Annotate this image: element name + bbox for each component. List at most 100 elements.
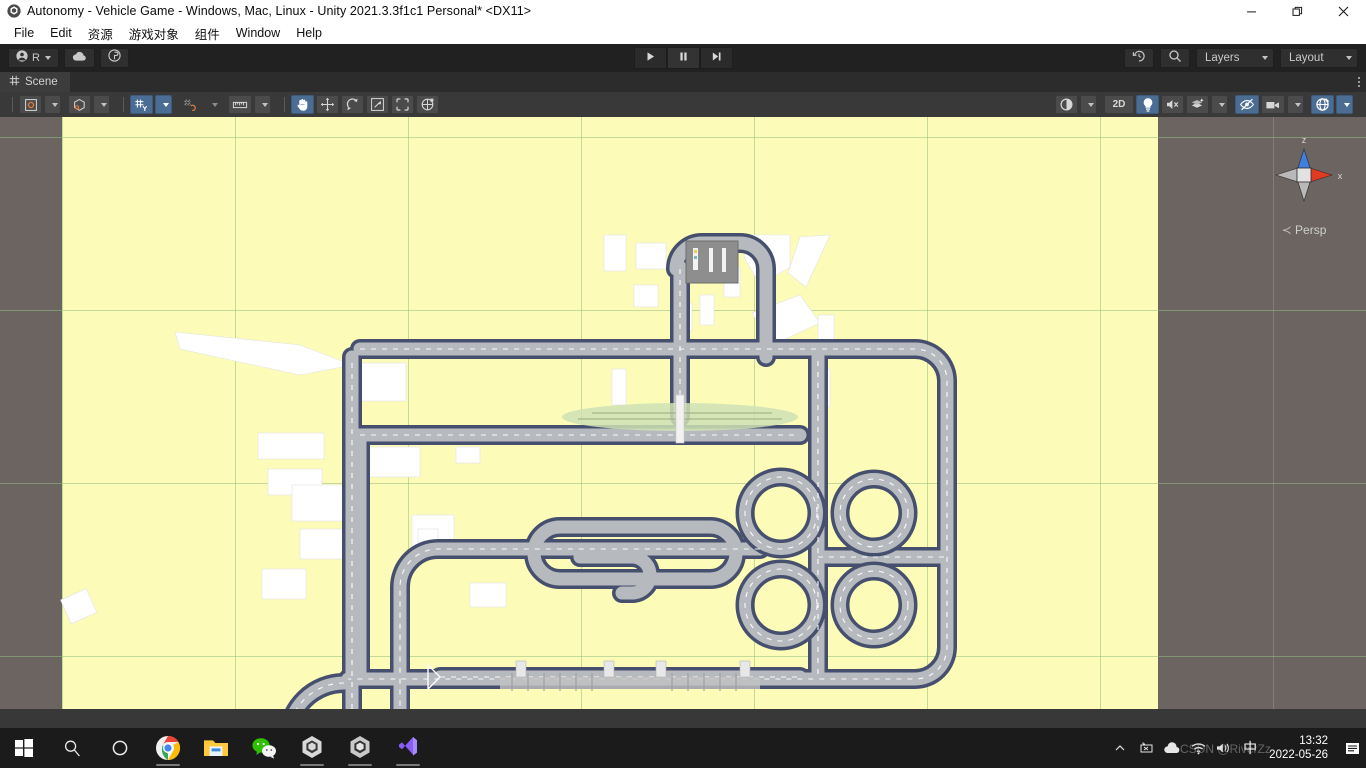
projection-label[interactable]: ≺ Persp (1256, 223, 1352, 237)
ime-indicator[interactable]: 中 (1237, 728, 1263, 768)
system-tray: 中 13:32 2022-05-26 (1107, 728, 1366, 768)
wifi-icon[interactable] (1185, 728, 1211, 768)
axis-z-label: z (1302, 135, 1307, 145)
layers-label: Layers (1205, 52, 1240, 64)
chevron-down-icon (1088, 102, 1094, 107)
rotate-tool-button[interactable] (341, 95, 364, 114)
undo-history-button[interactable] (1124, 48, 1154, 68)
cloud-icon[interactable] (1159, 728, 1185, 768)
scene-viewport[interactable]: z x ≺ Persp (0, 117, 1366, 709)
grid-snapping-button[interactable] (130, 95, 153, 114)
chrome-button[interactable] (144, 728, 192, 768)
gizmos-dropdown[interactable] (1336, 95, 1353, 114)
search-button[interactable] (48, 728, 96, 768)
increment-snap-dropdown[interactable] (204, 95, 221, 114)
chevron-down-icon (1219, 102, 1225, 107)
scene-fx-dropdown[interactable] (1211, 95, 1228, 114)
increment-snap-button[interactable] (179, 95, 202, 114)
vscode-button[interactable] (384, 728, 432, 768)
draw-mode-button[interactable] (1055, 95, 1078, 114)
title-bar: Autonomy - Vehicle Game - Windows, Mac, … (0, 0, 1366, 22)
taskbar-clock[interactable]: 13:32 2022-05-26 (1263, 728, 1338, 768)
rect-tool-button[interactable] (391, 95, 414, 114)
divider (12, 97, 13, 112)
unity-main-toolbar: R Layers Layout (0, 44, 1366, 73)
scene-view-toolbar: 2D (0, 92, 1366, 118)
pivot-rotation-dropdown[interactable] (93, 95, 110, 114)
step-button[interactable] (699, 47, 733, 69)
unity-icon (350, 736, 370, 758)
unity-hub-button[interactable] (288, 728, 336, 768)
scene-view-gizmo[interactable]: z x ≺ Persp (1256, 127, 1352, 237)
battery-icon[interactable] (1133, 728, 1159, 768)
file-explorer-button[interactable] (192, 728, 240, 768)
play-button[interactable] (633, 47, 667, 69)
scene-camera-dropdown[interactable] (1287, 95, 1304, 114)
restore-button[interactable] (1274, 0, 1320, 22)
start-button[interactable] (0, 728, 48, 768)
cortana-button[interactable] (96, 728, 144, 768)
close-button[interactable] (1320, 0, 1366, 22)
unity-hub-icon (302, 736, 322, 758)
menu-help[interactable]: Help (288, 24, 330, 42)
layout-dropdown[interactable]: Layout (1280, 48, 1358, 68)
menu-edit[interactable]: Edit (42, 24, 80, 42)
axis-x-label: x (1338, 171, 1343, 181)
window-title: Autonomy - Vehicle Game - Windows, Mac, … (27, 4, 532, 18)
2d-label: 2D (1112, 99, 1126, 110)
pivot-mode-button[interactable] (19, 95, 42, 114)
chevron-up-icon[interactable] (1107, 728, 1133, 768)
tab-scene-label: Scene (25, 76, 58, 88)
scene-lighting-button[interactable] (1136, 95, 1159, 114)
tab-scene[interactable]: Scene (0, 72, 70, 92)
speaker-icon[interactable] (1211, 728, 1237, 768)
draw-mode-dropdown[interactable] (1080, 95, 1097, 114)
pause-button[interactable] (666, 47, 700, 69)
divider (123, 97, 124, 112)
tool-settings-dropdown[interactable] (254, 95, 271, 114)
scene-audio-button[interactable] (1161, 95, 1184, 114)
running-indicator (348, 764, 372, 766)
axis-x-cone (1309, 167, 1333, 183)
running-indicator (300, 764, 324, 766)
cortana-circle-icon (112, 740, 128, 756)
chevron-down-icon (1346, 56, 1352, 60)
tool-settings-button[interactable] (228, 95, 252, 114)
move-tool-button[interactable] (316, 95, 339, 114)
transform-tool-button[interactable] (416, 95, 439, 114)
2d-toggle-button[interactable]: 2D (1104, 95, 1134, 114)
more-options-icon[interactable] (1358, 77, 1360, 87)
menu-file[interactable]: File (6, 24, 42, 42)
unity-editor-button[interactable] (336, 728, 384, 768)
parking-structure (685, 240, 739, 284)
scene-fx-button[interactable] (1186, 95, 1209, 114)
search-button[interactable] (1160, 48, 1190, 68)
divider (284, 97, 285, 112)
layers-dropdown[interactable]: Layers (1196, 48, 1274, 68)
pivot-rotation-button[interactable] (68, 95, 91, 114)
hand-tool-button[interactable] (291, 95, 314, 114)
chevron-down-icon (212, 102, 218, 107)
scale-tool-button[interactable] (366, 95, 389, 114)
menu-component[interactable]: 组件 (187, 22, 228, 45)
pause-icon (678, 49, 689, 67)
menu-bar: File Edit 资源 游戏对象 组件 Window Help (0, 22, 1366, 44)
window-controls (1228, 0, 1366, 22)
grid-snapping-dropdown[interactable] (155, 95, 172, 114)
chevron-down-icon (1344, 102, 1350, 107)
hidden-objects-button[interactable] (1235, 95, 1259, 114)
minimize-button[interactable] (1228, 0, 1274, 22)
pivot-mode-dropdown[interactable] (44, 95, 61, 114)
road-network (60, 233, 957, 709)
gizmo-center-cube (1296, 167, 1312, 183)
action-center-button[interactable] (1338, 728, 1366, 768)
gizmos-toggle-button[interactable] (1311, 95, 1334, 114)
menu-gameobject[interactable]: 游戏对象 (121, 22, 187, 45)
scene-camera-button[interactable] (1261, 95, 1285, 114)
menu-window[interactable]: Window (228, 24, 288, 42)
menu-assets[interactable]: 资源 (80, 22, 121, 45)
wechat-button[interactable] (240, 728, 288, 768)
search-icon (1168, 49, 1182, 68)
chrome-icon (156, 736, 181, 760)
windows-taskbar: 中 13:32 2022-05-26 (0, 728, 1366, 768)
